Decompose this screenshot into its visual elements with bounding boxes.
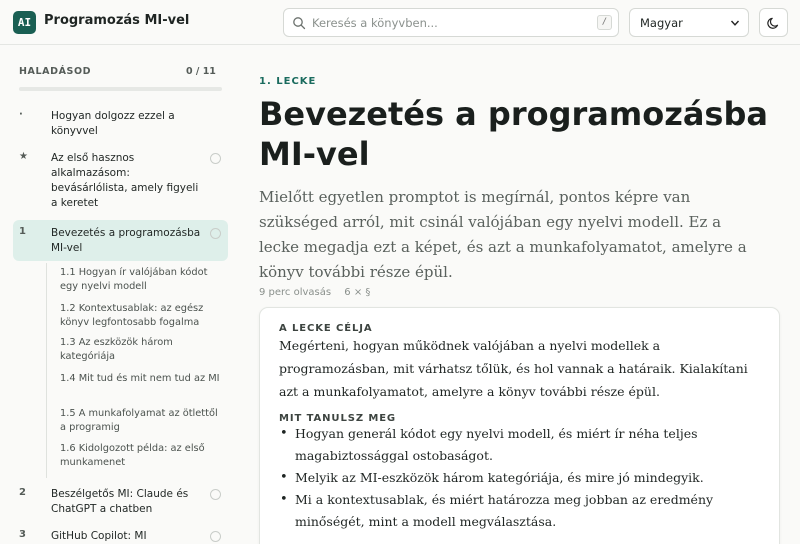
subsection-link-1-6[interactable]: 1.6 Kidolgozott példa: az első munkamene…: [60, 442, 225, 470]
lesson-kicker: 1. LECKE: [259, 76, 317, 87]
chapter-marker: ·: [19, 109, 23, 120]
search-input[interactable]: [312, 13, 582, 33]
subsection-link-1-4[interactable]: 1.4 Mit tud és mit nem tud az MI: [60, 372, 225, 386]
theme-toggle-button[interactable]: [759, 8, 788, 37]
subsection-guide-line: [46, 263, 47, 478]
sidebar-item-first-app[interactable]: ★ Az első hasznos alkalmazásom: bevásárl…: [13, 147, 228, 215]
page-title: Bevezetés a programozásba MI-vel: [259, 95, 768, 173]
chapter-title: Beszélgetős MI: Claude és ChatGPT a chat…: [51, 488, 189, 515]
sidebar-item-chapter-3[interactable]: 3 GitHub Copilot: MI: [13, 525, 228, 544]
subsection-link-1-2[interactable]: 1.2 Kontextusablak: az egész könyv legfo…: [60, 302, 225, 330]
chapter-title: Az első hasznos alkalmazásom: bevásárlól…: [51, 152, 199, 209]
chapter-number: 3: [19, 529, 26, 540]
subsection-link-1-3[interactable]: 1.3 Az eszközök három kategóriája: [60, 336, 225, 364]
chevron-down-icon: [730, 20, 740, 26]
top-bar: AI Programozás MI-vel / Magyar: [0, 0, 800, 45]
lesson-goal-card: A LECKE CÉLJA Megérteni, hogyan működnek…: [259, 307, 780, 544]
search-icon: [293, 17, 306, 30]
completion-indicator: [210, 489, 221, 500]
progress-bar: [19, 87, 222, 91]
lesson-meta: 9 perc olvasás 6 × §: [259, 287, 380, 298]
progress-label: HALADÁSOD: [19, 66, 92, 77]
lesson-intro: Mielőtt egyetlen promptot is megírnál, p…: [259, 188, 747, 281]
list-item: Mi a kontextusablak, és miért határozza …: [279, 489, 769, 533]
lesson-content: 1. LECKE Bevezetés a programozásba MI-ve…: [259, 45, 800, 544]
learn-list: Hogyan generál kódot egy nyelvi modell, …: [279, 423, 769, 533]
language-value: Magyar: [640, 16, 683, 30]
progress-count: 0 / 11: [186, 66, 216, 77]
completion-indicator: [210, 153, 221, 164]
logo-badge[interactable]: AI: [13, 11, 36, 34]
completion-indicator: [210, 531, 221, 542]
chapter-marker: ★: [19, 151, 28, 162]
language-select[interactable]: Magyar: [629, 8, 749, 37]
goal-text: Megérteni, hogyan működnek valójában a n…: [279, 338, 748, 399]
list-item: Melyik az MI-eszközök három kategóriája,…: [279, 467, 769, 489]
chapter-title: Hogyan dolgozz ezzel a könyvvel: [51, 110, 175, 137]
completion-indicator: [210, 228, 221, 239]
sidebar-item-how-to-use[interactable]: · Hogyan dolgozz ezzel a könyvvel: [13, 105, 228, 141]
chapter-title: GitHub Copilot: MI: [51, 530, 147, 542]
app-title[interactable]: Programozás MI-vel: [44, 13, 189, 28]
section-count: 6 × §: [344, 287, 371, 298]
goal-heading: A LECKE CÉLJA: [279, 323, 373, 334]
chapter-number: 1: [19, 226, 26, 237]
chapter-title: Bevezetés a programozásba MI-vel: [51, 227, 201, 254]
subsection-link-1-1[interactable]: 1.1 Hogyan ír valójában kódot egy nyelvi…: [60, 266, 225, 294]
sidebar-item-chapter-1[interactable]: 1 Bevezetés a programozásba MI-vel: [13, 220, 228, 261]
search-box[interactable]: /: [283, 8, 619, 37]
chapter-number: 2: [19, 487, 26, 498]
search-shortcut-hint: /: [597, 15, 612, 30]
list-item: Hogyan generál kódot egy nyelvi modell, …: [279, 423, 769, 467]
moon-icon: [767, 17, 779, 29]
sidebar: HALADÁSOD 0 / 11 · Hogyan dolgozz ezzel …: [0, 45, 240, 544]
sidebar-item-chapter-2[interactable]: 2 Beszélgetős MI: Claude és ChatGPT a ch…: [13, 483, 228, 519]
reading-time: 9 perc olvasás: [259, 287, 332, 298]
subsection-link-1-5[interactable]: 1.5 A munkafolyamat az ötlettől a progra…: [60, 407, 225, 435]
